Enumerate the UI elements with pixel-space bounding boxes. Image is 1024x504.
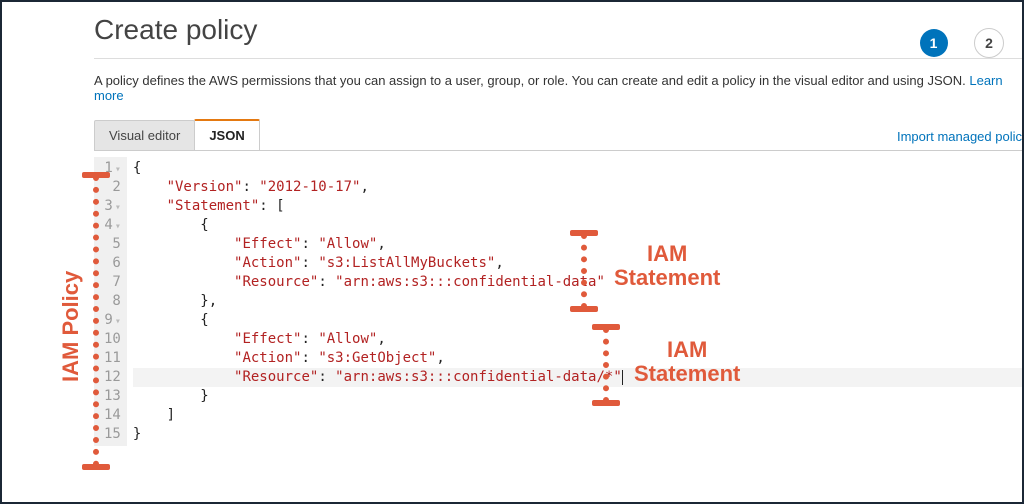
- editor-tabs: Visual editor JSON Import managed polic: [94, 119, 1022, 151]
- line-gutter: 1▾ 2 3▾ 4▾ 5 6 7 8 9▾ 10 11 12 13 14 15: [94, 157, 127, 446]
- divider: [94, 58, 1022, 59]
- import-managed-policy-link[interactable]: Import managed polic: [897, 129, 1022, 150]
- wizard-steps: 1 2: [898, 28, 1004, 58]
- step-2[interactable]: 2: [974, 28, 1004, 58]
- policy-description: A policy defines the AWS permissions tha…: [94, 73, 1022, 103]
- page-title: Create policy: [94, 14, 1022, 46]
- step-1[interactable]: 1: [920, 29, 948, 57]
- json-editor[interactable]: 1▾ 2 3▾ 4▾ 5 6 7 8 9▾ 10 11 12 13 14 15 …: [94, 157, 1022, 446]
- tab-json[interactable]: JSON: [194, 119, 259, 150]
- tab-visual-editor[interactable]: Visual editor: [94, 120, 195, 150]
- text-cursor: [622, 370, 623, 385]
- description-text: A policy defines the AWS permissions tha…: [94, 73, 969, 88]
- code-area[interactable]: { "Version": "2012-10-17", "Statement": …: [127, 157, 1022, 446]
